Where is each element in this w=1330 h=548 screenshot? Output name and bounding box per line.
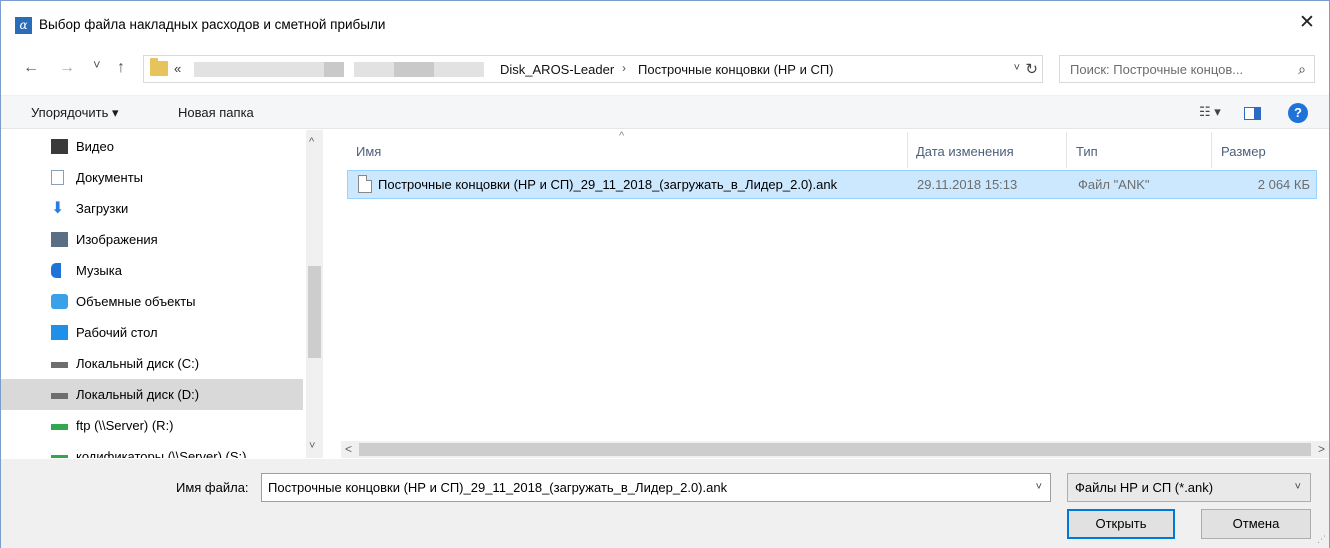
sidebar-item[interactable]: Изображения (1, 224, 303, 255)
music-icon (51, 263, 61, 278)
command-toolbar: Упорядочить ▾ Новая папка ☷ ▾ ? (1, 95, 1329, 129)
filename-history-dropdown-icon[interactable]: ˅ (1036, 481, 1042, 493)
forward-arrow-icon[interactable]: → (59, 59, 75, 77)
downloads-icon: ⬇ (51, 200, 65, 217)
scroll-up-icon[interactable]: ^ (309, 136, 314, 148)
column-name-header[interactable]: Имя (356, 144, 381, 159)
filename-input[interactable]: Построчные концовки (НР и СП)_29_11_2018… (261, 473, 1051, 502)
column-divider[interactable] (1211, 132, 1212, 168)
file-type-filter-value: Файлы НР и СП (*.ank) (1075, 480, 1214, 495)
file-type: Файл "ANK" (1078, 177, 1150, 192)
filename-value: Построчные концовки (НР и СП)_29_11_2018… (268, 480, 728, 495)
sidebar-item[interactable]: кодификаторы (\\Server) (S:) (1, 441, 303, 458)
drive-icon (51, 393, 68, 399)
close-icon[interactable]: ✕ (1285, 1, 1329, 45)
file-icon (358, 175, 372, 193)
column-date-header[interactable]: Дата изменения (916, 144, 1014, 159)
sidebar-item-label: Рабочий стол (76, 325, 158, 340)
sidebar-item-label: кодификаторы (\\Server) (S:) (76, 449, 247, 458)
3d-objects-icon (51, 294, 68, 309)
breadcrumb-item[interactable]: Disk_AROS-Leader (500, 62, 614, 77)
sidebar-item-label: Музыка (76, 263, 122, 278)
network-drive-icon (51, 424, 68, 430)
sidebar-item[interactable]: Документы (1, 162, 303, 193)
sidebar-item[interactable]: Объемные объекты (1, 286, 303, 317)
file-date: 29.11.2018 15:13 (917, 177, 1018, 192)
up-arrow-icon[interactable]: ↑ (117, 59, 125, 77)
search-input[interactable]: Поиск: Построчные концов... ⌕ (1059, 55, 1315, 83)
sidebar-item[interactable]: Рабочий стол (1, 317, 303, 348)
file-list-horizontal-scrollbar[interactable]: < > (341, 441, 1329, 458)
scroll-right-icon[interactable]: > (1318, 442, 1325, 456)
breadcrumb-item[interactable]: Построчные концовки (НР и СП) (638, 62, 834, 77)
preview-pane-icon[interactable] (1244, 107, 1261, 120)
recent-locations-chevron-icon[interactable]: ˅ (93, 57, 101, 72)
file-list-header: ^ Имя Дата изменения Тип Размер (341, 130, 1321, 170)
sidebar-item[interactable]: ftp (\\Server) (R:) (1, 410, 303, 441)
file-name: Построчные концовки (НР и СП)_29_11_2018… (378, 177, 838, 192)
images-icon (51, 232, 68, 247)
sidebar-item-label: Документы (76, 170, 144, 185)
sidebar-item-label: Локальный диск (D:) (76, 387, 200, 402)
sidebar-item-label: Локальный диск (C:) (76, 356, 200, 371)
app-icon: α (15, 17, 32, 34)
network-drive-icon (51, 455, 68, 458)
help-icon[interactable]: ? (1288, 103, 1308, 123)
address-bar[interactable]: « Disk_AROS-Leader › Построчные концовки… (143, 55, 1043, 83)
sidebar-item-label: Видео (76, 139, 114, 154)
search-icon[interactable]: ⌕ (1298, 61, 1306, 78)
redacted-path-segment (324, 62, 344, 77)
new-folder-button[interactable]: Новая папка (178, 105, 254, 120)
system-drive-icon (51, 362, 68, 368)
video-icon (51, 139, 68, 154)
navigation-scrollbar[interactable]: ^ ˅ (306, 130, 323, 458)
address-dropdown-icon[interactable]: ˅ (1014, 62, 1020, 74)
cancel-button[interactable]: Отмена (1201, 509, 1311, 539)
folder-icon (150, 58, 168, 76)
sidebar-item-label: Изображения (76, 232, 158, 247)
filename-label: Имя файла: (176, 480, 249, 495)
title-bar: α Выбор файла накладных расходов и сметн… (1, 1, 1329, 49)
sidebar-item-label: Загрузки (76, 201, 129, 216)
back-arrow-icon[interactable]: ← (23, 59, 39, 77)
sidebar-item[interactable]: ⬇ Загрузки (1, 193, 303, 224)
sidebar-item[interactable]: Локальный диск (D:) (1, 379, 303, 410)
breadcrumb-overflow-icon[interactable]: « (174, 61, 181, 76)
documents-icon (51, 170, 64, 185)
search-placeholder: Поиск: Построчные концов... (1070, 62, 1244, 77)
scrollbar-thumb[interactable] (359, 443, 1311, 456)
column-divider[interactable] (907, 132, 908, 168)
breadcrumb-separator[interactable]: › (622, 61, 626, 75)
scroll-down-icon[interactable]: ˅ (309, 440, 315, 452)
file-type-filter-select[interactable]: Файлы НР и СП (*.ank) ˅ (1067, 473, 1311, 502)
navigation-pane: Видео Документы ⬇ Загрузки Изображения Музыка… (1, 130, 331, 458)
scroll-left-icon[interactable]: < (345, 442, 352, 456)
scrollbar-thumb[interactable] (308, 266, 321, 358)
redacted-path-segment (394, 62, 434, 77)
sort-ascending-icon: ^ (619, 130, 625, 142)
view-options-icon[interactable]: ☷ ▾ (1199, 104, 1221, 120)
redacted-path-segment (194, 62, 324, 77)
dialog-title: Выбор файла накладных расходов и сметной… (39, 17, 386, 32)
chevron-down-icon[interactable]: ˅ (1295, 481, 1301, 493)
file-open-dialog: α Выбор файла накладных расходов и сметн… (0, 0, 1330, 548)
sidebar-item-label: ftp (\\Server) (R:) (76, 418, 174, 433)
file-list-row[interactable]: Построчные концовки (НР и СП)_29_11_2018… (347, 170, 1317, 199)
resize-grip-icon[interactable]: ⋰ (1317, 534, 1326, 545)
file-size: 2 064 КБ (1257, 177, 1310, 192)
sidebar-item-label: Объемные объекты (76, 294, 196, 309)
sidebar-item[interactable]: Музыка (1, 255, 303, 286)
dialog-footer: Имя файла: Построчные концовки (НР и СП)… (1, 459, 1329, 548)
refresh-icon[interactable]: ↻ (1025, 60, 1038, 78)
open-button[interactable]: Открыть (1067, 509, 1175, 539)
sidebar-item[interactable]: Видео (1, 131, 303, 162)
sidebar-item[interactable]: Локальный диск (C:) (1, 348, 303, 379)
column-divider[interactable] (1066, 132, 1067, 168)
column-size-header[interactable]: Размер (1221, 144, 1266, 159)
column-type-header[interactable]: Тип (1076, 144, 1098, 159)
organize-button[interactable]: Упорядочить ▾ (31, 105, 119, 121)
desktop-icon (51, 325, 68, 340)
